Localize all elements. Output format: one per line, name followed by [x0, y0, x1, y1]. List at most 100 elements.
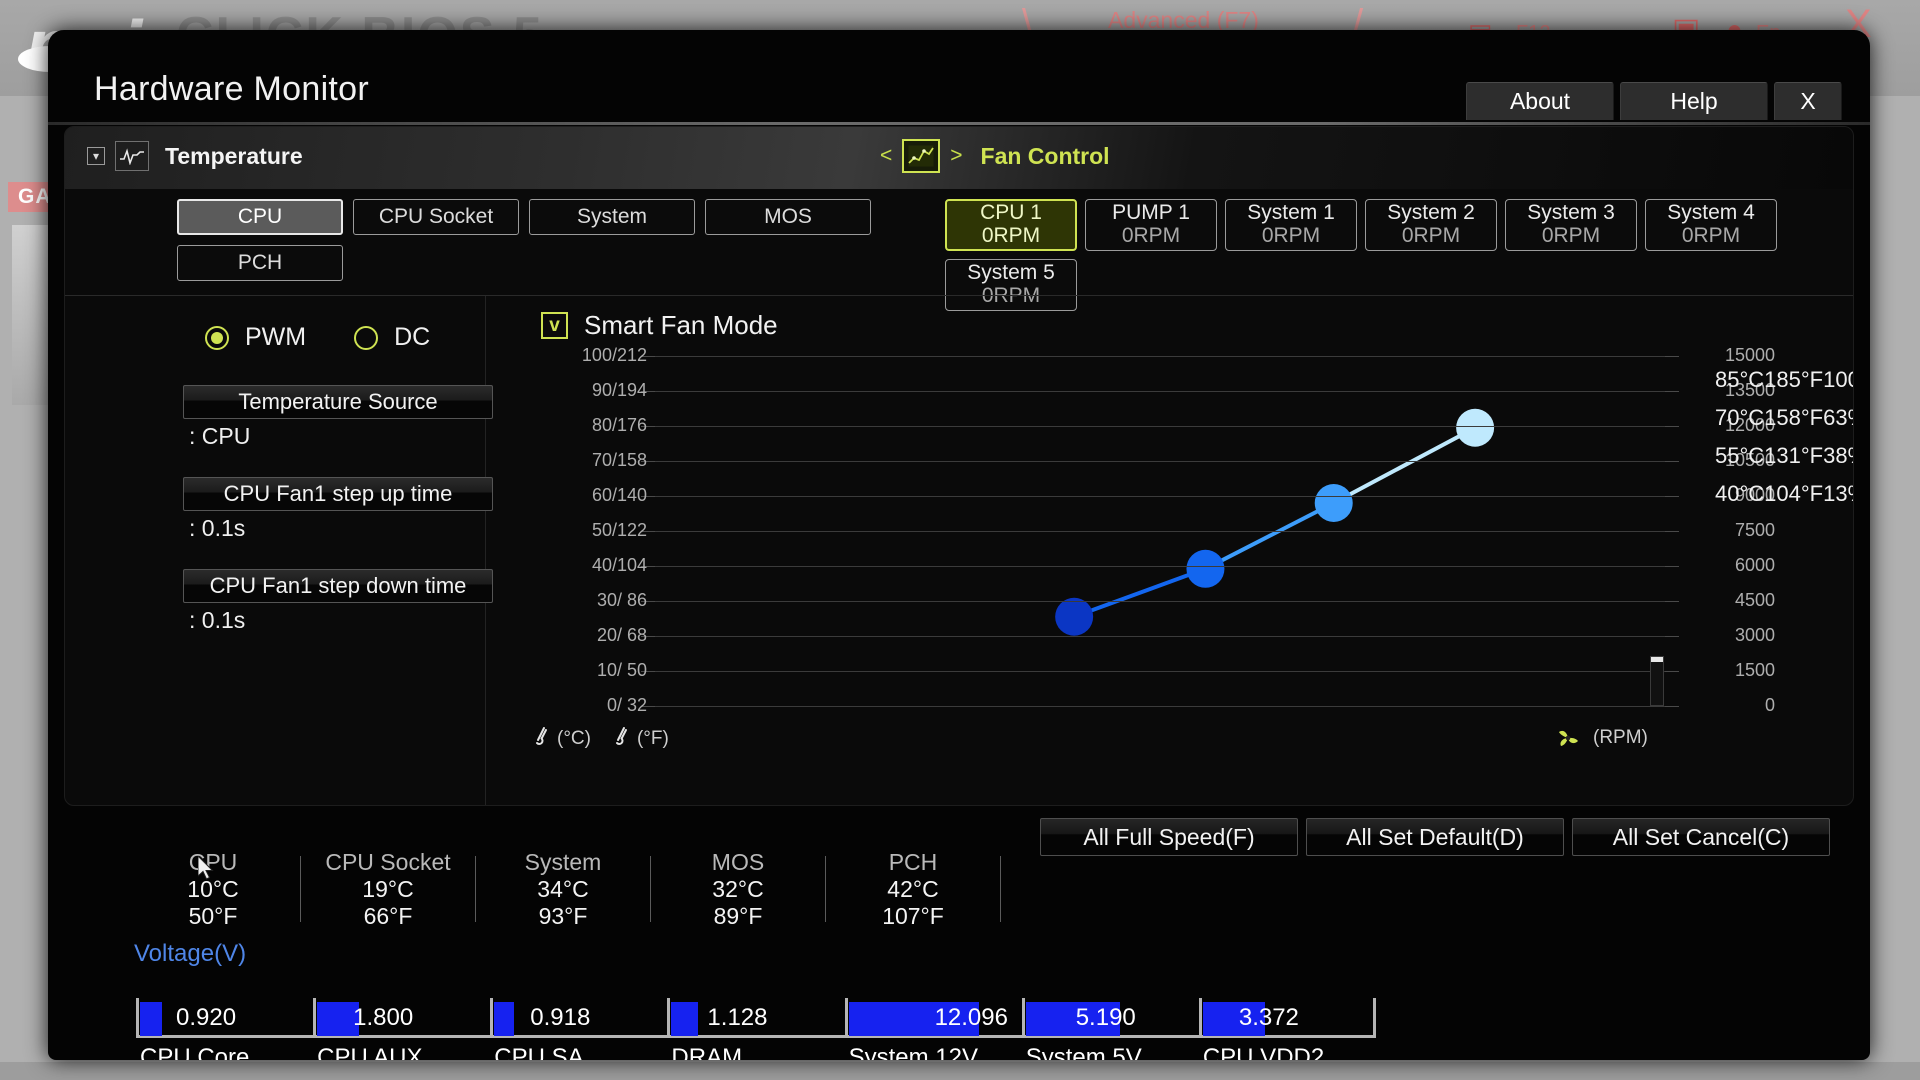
temp-tab-cpu[interactable]: CPU: [177, 199, 343, 235]
voltage-cell: 0.920 CPU Core: [136, 994, 313, 1060]
celsius-unit-label: (°C): [557, 728, 591, 749]
y-axis-label-right: 3000: [1734, 625, 1775, 645]
readout-system: System 34°C 93°F: [498, 849, 628, 930]
voltage-bar-group: 0.920 CPU Core 1.800 CPU AUX 0.918 CPU SA 1.12…: [136, 998, 1376, 1060]
chart-temperature-units: (°C) (°F): [533, 726, 669, 752]
fan-tab-name: CPU 1: [980, 201, 1042, 225]
next-arrow-icon[interactable]: >: [950, 144, 962, 168]
smart-fan-checkbox[interactable]: v: [541, 312, 568, 339]
voltage-endcap: [667, 998, 671, 1038]
temperature-tab-group: CPU CPU Socket System MOS PCH: [177, 199, 877, 281]
all-full-speed-button[interactable]: All Full Speed(F): [1040, 818, 1298, 856]
voltage-endcap: [1021, 998, 1025, 1038]
voltage-value: 5.190: [1075, 1004, 1136, 1031]
waveform-icon: [115, 141, 149, 171]
y-axis-label-left: 70/158: [591, 450, 647, 470]
pwm-radio[interactable]: [205, 325, 229, 350]
smart-fan-mode-row[interactable]: v Smart Fan Mode: [541, 310, 778, 341]
voltage-endcap: [1372, 998, 1376, 1038]
legend-percent: 13%: [1823, 481, 1853, 506]
page-title: Hardware Monitor: [94, 70, 370, 108]
help-button[interactable]: Help: [1620, 82, 1768, 120]
about-button[interactable]: About: [1466, 82, 1614, 120]
voltage-cell: 5.190 System 5V: [1021, 994, 1199, 1060]
legend-celsius: 85°C: [1715, 367, 1765, 392]
temperature-readout-group: CPU 10°C 50°F CPU Socket 19°C 66°F Syste…: [148, 849, 1023, 930]
readout-mos: MOS 32°C 89°F: [673, 849, 803, 930]
fan-curve-point-4[interactable]: [1456, 408, 1495, 447]
close-button[interactable]: X: [1774, 82, 1842, 120]
readout-separator: [475, 856, 476, 922]
y-axis-label-right: 1500: [1734, 660, 1775, 680]
fan-tab-system-4[interactable]: System 4 0RPM: [1645, 199, 1777, 251]
y-axis-label-left: 30/ 86: [596, 590, 647, 610]
bios-bottom-strip: [0, 1062, 1920, 1080]
fan-curve-point-1[interactable]: [1055, 597, 1094, 636]
all-set-cancel-button[interactable]: All Set Cancel(C): [1572, 818, 1830, 856]
voltage-value: 3.372: [1238, 1004, 1299, 1031]
rpm-unit-label: (RPM): [1593, 727, 1648, 748]
readout-separator: [300, 856, 301, 922]
voltage-name: CPU Core: [140, 1044, 250, 1060]
chart-plot-area[interactable]: 100/212 15000 90/194 13500 80/176 12000 70/158…: [582, 345, 1775, 715]
chart-gridline: [655, 496, 1665, 497]
legend-fahrenheit: 131°F: [1764, 443, 1824, 468]
fan-curve-segment: [1073, 566, 1207, 619]
chart-gridline: [655, 356, 1665, 357]
dc-radio[interactable]: [354, 325, 379, 350]
y-axis-label-right: 15000: [1724, 345, 1775, 365]
voltage-bar-fill: [494, 1002, 515, 1036]
fan-curve-point-2[interactable]: [1186, 549, 1225, 588]
fan-tab-rpm: 0RPM: [1261, 224, 1321, 247]
fan-control-section-header[interactable]: < > Fan Control: [880, 139, 1110, 173]
fan-tab-cpu-1[interactable]: CPU 1 0RPM: [945, 199, 1077, 251]
y-axis-label-left: 50/122: [591, 520, 647, 540]
expand-checkbox-icon[interactable]: ▾: [87, 147, 105, 165]
voltage-endcap: [490, 998, 494, 1038]
legend-percent: 100%: [1823, 367, 1853, 392]
readout-name: CPU Socket: [325, 849, 451, 875]
y-axis-label-left: 0/ 32: [606, 695, 647, 715]
fan-mode-radio-group: PWM DC: [205, 323, 430, 352]
fan-tab-name: PUMP 1: [1112, 201, 1190, 225]
temperature-section-header[interactable]: ▾ Temperature: [87, 141, 303, 171]
temp-tab-pch[interactable]: PCH: [177, 245, 343, 281]
chart-gridline: [655, 391, 1665, 392]
fan-tab-name: System 4: [1667, 201, 1755, 225]
fan-tab-system-1[interactable]: System 1 0RPM: [1225, 199, 1357, 251]
readout-celsius: 34°C: [537, 875, 589, 902]
chart-tick-right: [1665, 461, 1679, 462]
temp-tab-system[interactable]: System: [529, 199, 695, 235]
voltage-name: CPU AUX: [317, 1044, 423, 1060]
temp-tab-cpu-socket[interactable]: CPU Socket: [353, 199, 519, 235]
current-rpm-indicator: [1649, 656, 1664, 706]
readout-cpu-socket: CPU Socket 19°C 66°F: [323, 849, 453, 930]
fan-tab-system-2[interactable]: System 2 0RPM: [1365, 199, 1497, 251]
chart-rpm-units: (RPM): [1555, 726, 1648, 750]
fan-curve-legend: 85°C 185°F 100% 70°C 158°F 63% 55°C 131°…: [1693, 364, 1853, 516]
chart-gridline: [655, 636, 1665, 637]
step-down-time-button[interactable]: CPU Fan1 step down time: [183, 569, 493, 603]
fan-curve-point-3[interactable]: [1314, 484, 1353, 522]
voltage-endcap: [1198, 998, 1202, 1038]
all-set-default-button[interactable]: All Set Default(D): [1306, 818, 1564, 856]
temperature-source-button[interactable]: Temperature Source: [183, 385, 493, 419]
readout-separator: [1000, 856, 1001, 922]
fan-tab-rpm: 0RPM: [1541, 224, 1601, 247]
temp-tab-mos[interactable]: MOS: [705, 199, 871, 235]
window-button-group: About Help X: [1466, 82, 1842, 120]
prev-arrow-icon[interactable]: <: [880, 144, 892, 168]
fan-tab-pump-1[interactable]: PUMP 1 0RPM: [1085, 199, 1217, 251]
step-down-time-value: : 0.1s: [189, 607, 246, 633]
readout-separator: [650, 856, 651, 922]
voltage-endcap: [844, 998, 848, 1038]
voltage-section-label: Voltage(V): [134, 940, 247, 967]
voltage-value: 1.800: [353, 1004, 414, 1031]
voltage-cell: 1.128 DRAM: [667, 994, 844, 1060]
chart-gridline: [655, 461, 1665, 462]
legend-row: 85°C 185°F 100%: [1693, 364, 1853, 396]
readout-separator: [825, 856, 826, 922]
y-axis-label-left: 100/212: [581, 345, 647, 365]
step-up-time-button[interactable]: CPU Fan1 step up time: [183, 477, 493, 511]
fan-tab-system-3[interactable]: System 3 0RPM: [1505, 199, 1637, 251]
